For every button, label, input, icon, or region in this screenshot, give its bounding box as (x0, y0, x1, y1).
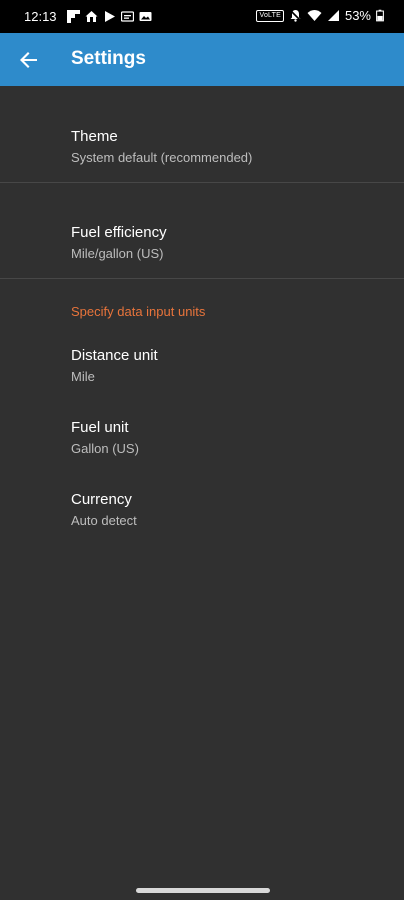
pref-fuel-efficiency-title: Fuel efficiency (71, 224, 167, 241)
flipboard-icon (67, 10, 80, 23)
category-header: Specify data input units (71, 304, 206, 319)
notification-icons (67, 10, 152, 23)
gallery-icon (139, 12, 152, 21)
status-time: 12:13 (24, 9, 57, 24)
pref-distance-unit-title: Distance unit (71, 347, 158, 364)
pref-distance-unit[interactable]: Distance unit Mile (0, 330, 404, 402)
app-bar: Settings (0, 33, 404, 86)
pref-currency-title: Currency (71, 491, 132, 508)
system-status-icons: VoLTE 53% (256, 8, 384, 23)
page-title: Settings (71, 48, 146, 69)
pref-currency[interactable]: Currency Auto detect (0, 474, 404, 546)
pref-distance-unit-summary: Mile (71, 369, 95, 384)
arrow-back-icon (20, 52, 37, 68)
pref-fuel-unit-title: Fuel unit (71, 419, 129, 436)
pref-fuel-efficiency-summary: Mile/gallon (US) (71, 246, 164, 261)
play-icon (105, 11, 115, 22)
volte-badge: VoLTE (256, 9, 284, 22)
bell-muted-icon (289, 9, 302, 22)
battery-percent: 53% (344, 8, 371, 23)
wifi-icon (307, 10, 322, 21)
back-button[interactable] (14, 45, 44, 75)
battery-charging-icon (376, 9, 384, 22)
pref-theme-summary: System default (recommended) (71, 150, 253, 165)
pref-theme[interactable]: Theme System default (recommended) (0, 86, 404, 182)
divider (0, 278, 404, 279)
pref-theme-title: Theme (71, 128, 118, 145)
status-bar: 12:13 VoLTE 53% (0, 0, 404, 33)
cell-signal-icon (327, 10, 339, 21)
gesture-nav-handle[interactable] (136, 888, 270, 893)
pref-fuel-unit[interactable]: Fuel unit Gallon (US) (0, 402, 404, 474)
pref-currency-summary: Auto detect (71, 513, 137, 528)
pref-fuel-unit-summary: Gallon (US) (71, 441, 139, 456)
tv-icon (121, 11, 134, 22)
home-icon (85, 11, 98, 22)
pref-fuel-efficiency[interactable]: Fuel efficiency Mile/gallon (US) (0, 183, 404, 278)
